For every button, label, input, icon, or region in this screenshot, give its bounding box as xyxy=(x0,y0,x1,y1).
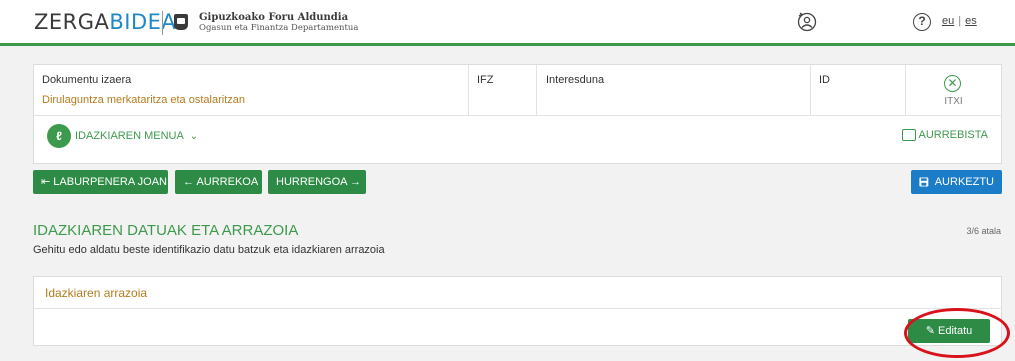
top-header: ZERGABIDEA Gipuzkoako Foru Aldundia Ogas… xyxy=(0,0,1015,46)
document-menu-label: IDAZKIAREN MENUA xyxy=(75,130,184,142)
close-button[interactable]: ✕ ITXI xyxy=(906,65,1001,116)
language-switcher: eu | es xyxy=(942,15,977,27)
doc-type-value: Dirulaguntza merkataritza eta ostalaritz… xyxy=(42,94,245,106)
previous-button[interactable]: ← AURREKOA xyxy=(175,170,262,194)
interested-party-label: Interesduna xyxy=(546,74,605,86)
printer-icon xyxy=(901,129,916,141)
id-label: ID xyxy=(819,74,830,86)
doc-type-label: Dokumentu izaera xyxy=(42,74,132,86)
next-button[interactable]: HURRENGOA → xyxy=(268,170,366,194)
column-divider xyxy=(810,65,811,116)
logo-separator xyxy=(162,11,163,35)
logo-text-part2: BIDEA xyxy=(109,10,177,34)
preview-button[interactable]: AURREBISTA xyxy=(901,129,988,141)
close-label: ITXI xyxy=(944,96,963,107)
help-icon[interactable]: ? xyxy=(913,13,931,31)
logo-text-part1: ZERGA xyxy=(34,10,110,34)
org-name-line2: Ogasun eta Finantza Departamentua xyxy=(199,23,359,33)
lang-eu-link[interactable]: eu xyxy=(942,15,954,27)
lang-es-link[interactable]: es xyxy=(965,15,977,27)
go-to-summary-button[interactable]: ⇤ LABURPENERA JOAN xyxy=(33,170,168,194)
highlight-ellipse xyxy=(904,308,1010,358)
column-divider xyxy=(468,65,469,116)
zergabidea-logo[interactable]: ZERGABIDEA xyxy=(34,9,176,35)
close-icon: ✕ xyxy=(944,75,961,92)
column-divider xyxy=(536,65,537,116)
reason-divider xyxy=(34,308,1001,309)
reason-card: Idazkiaren arrazoia ✎ Editatu xyxy=(33,276,1002,346)
document-info-row: Dokumentu izaera Dirulaguntza merkatarit… xyxy=(34,65,1001,116)
submit-button[interactable]: AURKEZTU xyxy=(911,170,1002,194)
crest-icon xyxy=(174,14,188,30)
reason-title: Idazkiaren arrazoia xyxy=(45,286,148,300)
section-step-indicator: 3/6 atala xyxy=(966,226,1001,236)
document-info-panel: Dokumentu izaera Dirulaguntza merkatarit… xyxy=(33,64,1002,164)
lang-separator: | xyxy=(958,15,962,27)
section-subtitle: Gehitu edo aldatu beste identifikazio da… xyxy=(33,244,385,256)
section-title: IDAZKIAREN DATUAK ETA ARRAZOIA xyxy=(33,222,299,239)
document-menu-icon: ℓ xyxy=(47,124,71,148)
save-icon xyxy=(919,177,929,187)
user-settings-icon[interactable] xyxy=(797,12,817,32)
submit-label: AURKEZTU xyxy=(934,176,994,188)
chevron-down-icon: ⌄ xyxy=(189,130,199,142)
document-menu-button[interactable]: ℓ IDAZKIAREN MENUA ⌄ xyxy=(47,123,198,149)
organization-name: Gipuzkoako Foru Aldundia Ogasun eta Fina… xyxy=(199,12,358,34)
ifz-label: IFZ xyxy=(477,74,494,86)
org-name-line1: Gipuzkoako Foru Aldundia xyxy=(199,12,349,23)
preview-label: AURREBISTA xyxy=(918,129,988,141)
